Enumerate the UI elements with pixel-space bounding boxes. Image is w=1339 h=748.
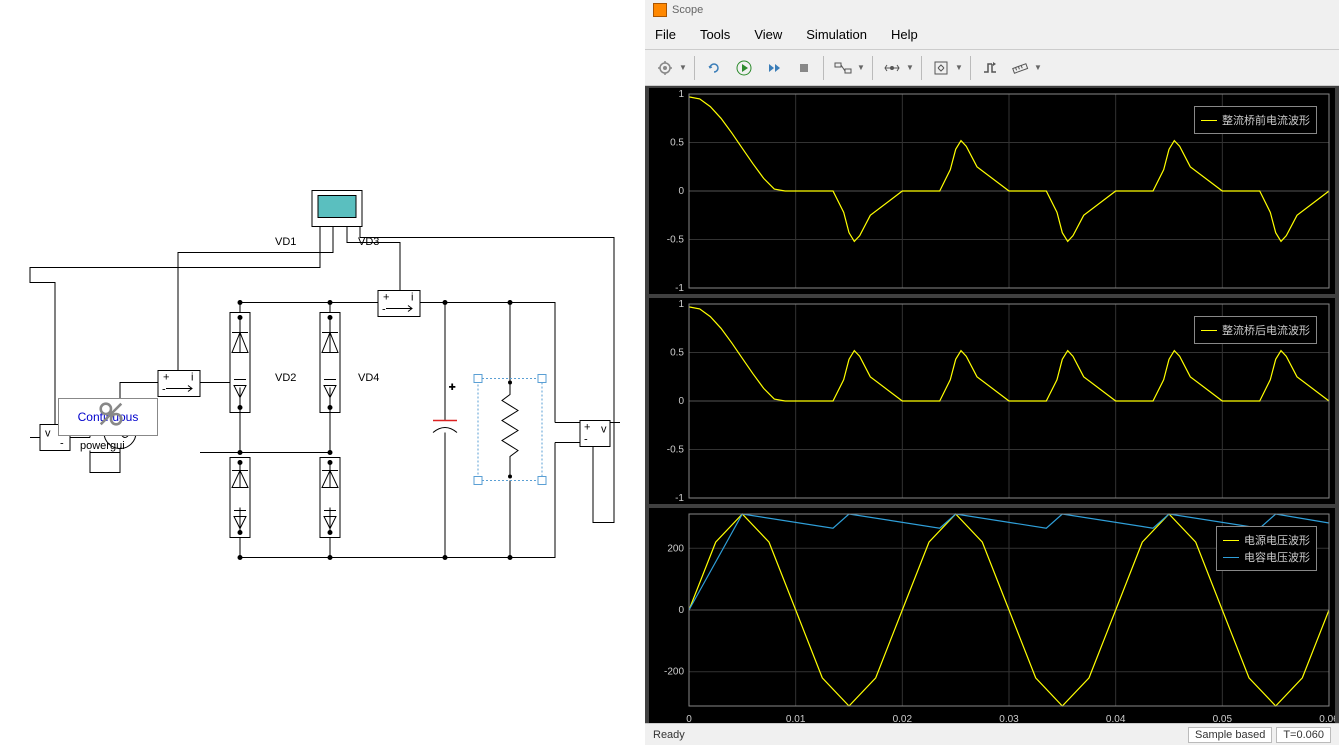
svg-text:i: i bbox=[411, 292, 413, 304]
menu-file[interactable]: File bbox=[651, 23, 680, 46]
window-title: Scope bbox=[672, 4, 703, 16]
resistor-load[interactable] bbox=[474, 375, 546, 485]
svg-text:-0.5: -0.5 bbox=[667, 445, 685, 456]
step-button[interactable] bbox=[760, 54, 788, 82]
legend-3-label-2: 电容电压波形 bbox=[1244, 549, 1310, 565]
svg-text:-200: -200 bbox=[664, 667, 684, 678]
status-sample: Sample based bbox=[1188, 727, 1272, 743]
run-button[interactable] bbox=[730, 54, 758, 82]
svg-text:0.04: 0.04 bbox=[1106, 714, 1126, 723]
legend-2-label: 整流桥后电流波形 bbox=[1222, 322, 1310, 338]
diode-vd4[interactable] bbox=[320, 458, 340, 538]
menu-simulation[interactable]: Simulation bbox=[802, 23, 871, 46]
signal-selector-button[interactable] bbox=[829, 54, 857, 82]
legend-1: 整流桥前电流波形 bbox=[1194, 106, 1317, 134]
svg-text:-0.5: -0.5 bbox=[667, 235, 685, 246]
measurements-button[interactable] bbox=[1006, 54, 1034, 82]
svg-text:+: + bbox=[163, 372, 169, 384]
legend-3-label-1: 电源电压波形 bbox=[1244, 532, 1310, 548]
menu-help[interactable]: Help bbox=[887, 23, 922, 46]
svg-text:200: 200 bbox=[667, 543, 684, 554]
triggers-button[interactable] bbox=[976, 54, 1004, 82]
scope-block[interactable] bbox=[312, 191, 362, 231]
app-icon bbox=[653, 3, 667, 17]
svg-text:0: 0 bbox=[678, 186, 684, 197]
simulink-canvas[interactable]: v + - + i - + i bbox=[0, 0, 645, 745]
chevron-down-icon[interactable]: ▼ bbox=[679, 63, 689, 72]
current-sensor-1[interactable]: + i - bbox=[158, 371, 200, 397]
svg-text:0.02: 0.02 bbox=[893, 714, 913, 723]
plot-1[interactable]: -1 -0.5 0 0.5 1 整流桥前电流波形 bbox=[649, 88, 1335, 294]
current-sensor-2[interactable]: + i - bbox=[378, 291, 420, 317]
label-vd2: VD2 bbox=[275, 372, 296, 384]
menu-view[interactable]: View bbox=[750, 23, 786, 46]
capacitor[interactable]: + bbox=[433, 373, 457, 483]
powergui-block[interactable]: Continuous bbox=[58, 398, 158, 436]
svg-text:1: 1 bbox=[678, 89, 684, 100]
plot-3[interactable]: 0 0.01 0.02 0.03 0.04 0.05 0.06 -200 0 200 电源电压波形… bbox=[649, 508, 1335, 723]
powergui-name: powergui bbox=[80, 440, 125, 452]
svg-text:-: - bbox=[162, 384, 166, 396]
settings-button[interactable] bbox=[651, 54, 679, 82]
chevron-down-icon[interactable]: ▼ bbox=[955, 63, 965, 72]
label-vd4: VD4 bbox=[358, 372, 379, 384]
svg-text:v: v bbox=[601, 424, 607, 436]
zoom-x-button[interactable] bbox=[878, 54, 906, 82]
chevron-down-icon[interactable]: ▼ bbox=[906, 63, 916, 72]
svg-text:0.03: 0.03 bbox=[999, 714, 1019, 723]
svg-text:0.5: 0.5 bbox=[670, 348, 684, 359]
svg-text:0: 0 bbox=[678, 396, 684, 407]
svg-text:0.5: 0.5 bbox=[670, 138, 684, 149]
svg-text:+: + bbox=[584, 422, 590, 434]
legend-3: 电源电压波形 电容电压波形 bbox=[1216, 526, 1317, 571]
svg-text:+: + bbox=[383, 292, 389, 304]
svg-text:0: 0 bbox=[678, 605, 684, 616]
svg-text:0.06: 0.06 bbox=[1319, 714, 1335, 723]
svg-text:-1: -1 bbox=[675, 493, 684, 504]
toolbar: ▼ ▼ ▼ ▼ ▼ bbox=[645, 50, 1339, 86]
svg-text:0.05: 0.05 bbox=[1213, 714, 1233, 723]
status-bar: Ready Sample based T=0.060 bbox=[645, 723, 1339, 745]
menu-bar: File Tools View Simulation Help bbox=[645, 20, 1339, 50]
label-vd1: VD1 bbox=[275, 236, 296, 248]
label-vd3: VD3 bbox=[358, 236, 379, 248]
chevron-down-icon[interactable]: ▼ bbox=[857, 63, 867, 72]
svg-text:-: - bbox=[60, 438, 64, 450]
svg-text:-: - bbox=[382, 304, 386, 316]
svg-text:0.01: 0.01 bbox=[786, 714, 806, 723]
plot-2[interactable]: -1 -0.5 0 0.5 1 整流桥后电流波形 bbox=[649, 298, 1335, 504]
restart-button[interactable] bbox=[700, 54, 728, 82]
voltage-sensor-right[interactable]: v + - bbox=[580, 421, 610, 447]
svg-text:i: i bbox=[191, 372, 193, 384]
autoscale-button[interactable] bbox=[927, 54, 955, 82]
diode-vd2[interactable] bbox=[230, 458, 250, 538]
svg-text:v: v bbox=[45, 428, 51, 440]
svg-text:-: - bbox=[584, 434, 588, 446]
svg-text:-1: -1 bbox=[675, 283, 684, 294]
scope-window: Scope File Tools View Simulation Help ▼ … bbox=[645, 0, 1339, 745]
stop-button[interactable] bbox=[790, 54, 818, 82]
diode-vd3[interactable] bbox=[320, 313, 340, 413]
plots-area: -1 -0.5 0 0.5 1 整流桥前电流波形 -1 -0.5 0 0.5 1 整流桥后电流波… bbox=[645, 86, 1339, 723]
legend-1-label: 整流桥前电流波形 bbox=[1222, 112, 1310, 128]
diode-vd1[interactable] bbox=[230, 313, 250, 413]
status-ready: Ready bbox=[653, 729, 685, 741]
chevron-down-icon[interactable]: ▼ bbox=[1034, 63, 1044, 72]
legend-2: 整流桥后电流波形 bbox=[1194, 316, 1317, 344]
menu-tools[interactable]: Tools bbox=[696, 23, 734, 46]
status-time: T=0.060 bbox=[1276, 727, 1331, 743]
title-bar[interactable]: Scope bbox=[645, 0, 1339, 20]
svg-text:1: 1 bbox=[678, 299, 684, 310]
svg-text:0: 0 bbox=[686, 714, 692, 723]
svg-text:+: + bbox=[449, 382, 455, 394]
